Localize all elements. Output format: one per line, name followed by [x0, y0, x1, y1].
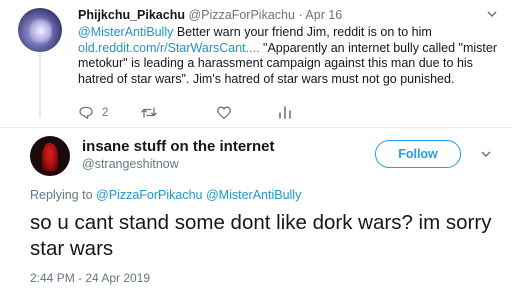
replying-to: Replying to @PizzaForPikachu @MisterAnti…: [30, 188, 301, 202]
avatar[interactable]: [18, 8, 62, 52]
mention-link[interactable]: @PizzaForPikachu: [96, 188, 202, 202]
parent-handle[interactable]: @PizzaForPikachu: [188, 8, 294, 22]
analytics-button[interactable]: [278, 105, 292, 120]
mention-link[interactable]: @MisterAntiBully: [206, 188, 301, 202]
parent-date[interactable]: Apr 16: [305, 8, 342, 22]
parent-tweet-actions: 2: [78, 105, 378, 121]
parent-text-part: Better warn your friend Jim, reddit is o…: [173, 25, 432, 39]
reply-icon: [79, 106, 93, 120]
thread-connector: [39, 44, 41, 118]
separator: ·: [298, 8, 303, 22]
divider: [0, 127, 512, 128]
reply-button[interactable]: 2: [78, 105, 108, 120]
mention-link[interactable]: @MisterAntiBully: [78, 25, 173, 39]
tweet-timestamp[interactable]: 2:44 PM - 24 Apr 2019: [30, 271, 150, 285]
replying-prefix: Replying to: [30, 188, 97, 202]
follow-button[interactable]: Follow: [375, 140, 461, 168]
reply-count: 2: [102, 106, 109, 119]
main-handle[interactable]: @strangeshitnow: [82, 157, 179, 171]
main-display-name[interactable]: insane stuff on the internet: [82, 138, 275, 155]
main-tweet-text: so u cant stand some dont like dork wars…: [30, 211, 492, 260]
retweet-button[interactable]: [140, 105, 158, 120]
url-link[interactable]: old.reddit.com/r/StarWarsCant....: [78, 41, 260, 55]
parent-tweet-header: Phijkchu_Pikachu @PizzaForPikachu · Apr …: [78, 8, 342, 22]
chevron-down-icon[interactable]: [487, 10, 497, 18]
retweet-icon: [141, 107, 157, 118]
parent-display-name[interactable]: Phijkchu_Pikachu: [78, 8, 185, 22]
avatar[interactable]: [30, 136, 70, 176]
like-icon: [217, 106, 231, 119]
like-button[interactable]: [216, 105, 232, 120]
analytics-icon: [279, 106, 291, 119]
parent-tweet-text: @MisterAntiBully Better warn your friend…: [78, 25, 498, 87]
chevron-down-icon[interactable]: [481, 150, 491, 158]
